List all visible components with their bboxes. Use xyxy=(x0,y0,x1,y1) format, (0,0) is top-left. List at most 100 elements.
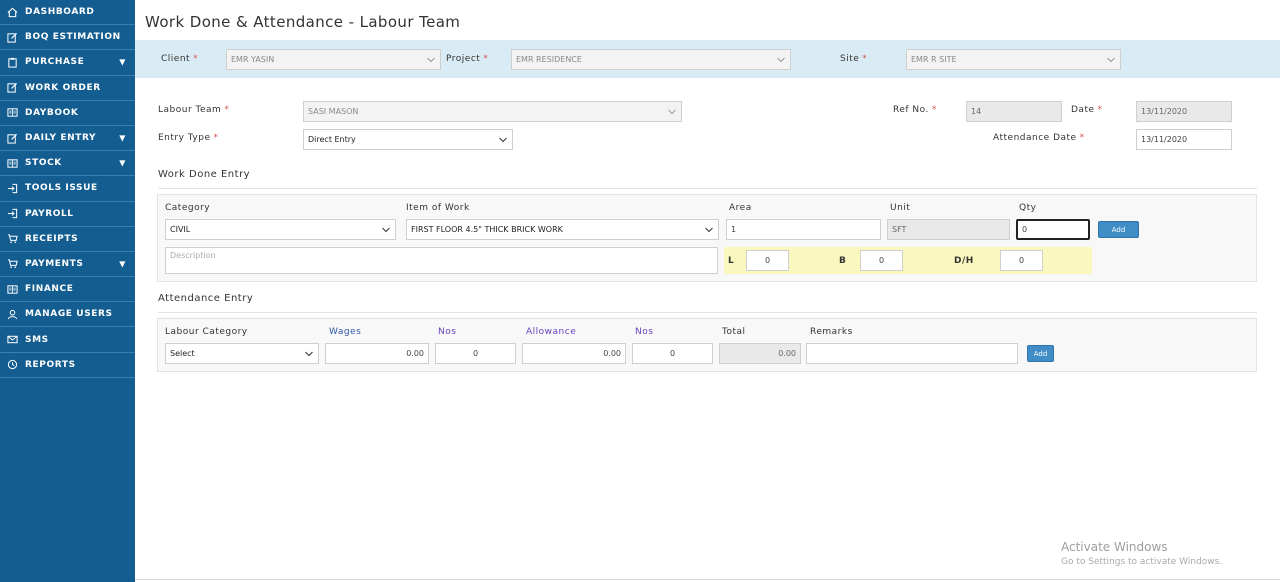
chevron-down-icon xyxy=(382,227,390,232)
client-select[interactable]: EMR YASIN xyxy=(226,49,441,70)
sidebar-item-tools-issue[interactable]: TOOLS ISSUE xyxy=(0,176,135,202)
ref-no-field[interactable]: 14 xyxy=(966,101,1062,122)
chevron-down-icon xyxy=(499,137,507,142)
area-label: Area xyxy=(729,203,752,213)
nos-label: Nos xyxy=(635,327,654,337)
project-select[interactable]: EMR RESIDENCE xyxy=(511,49,791,70)
work-done-section-title: Work Done Entry xyxy=(158,169,251,180)
entry-type-select[interactable]: Direct Entry xyxy=(303,129,513,150)
sidebar-item-finance[interactable]: FINANCE xyxy=(0,277,135,303)
main-content: Work Done & Attendance - Labour Team Cli… xyxy=(135,0,1280,582)
allowance-field[interactable]: 0.00 xyxy=(522,343,626,364)
sidebar-item-daily-entry[interactable]: DAILY ENTRY ▼ xyxy=(0,126,135,152)
category-select[interactable]: CIVIL xyxy=(165,219,396,240)
area-field[interactable]: 1 xyxy=(726,219,881,240)
book-icon xyxy=(6,157,18,169)
sidebar-item-label: MANAGE USERS xyxy=(25,309,113,320)
allowance-label: Allowance xyxy=(526,327,577,337)
sidebar-item-label: DAILY ENTRY xyxy=(25,133,97,144)
sidebar-item-label: PURCHASE xyxy=(25,57,85,68)
dimensions-box: L 0 B 0 D/H 0 xyxy=(724,247,1092,274)
sidebar: DASHBOARD BOQ ESTIMATION PURCHASE ▼ WORK ORD… xyxy=(0,0,135,582)
site-select[interactable]: EMR R SITE xyxy=(906,49,1121,70)
l-label: L xyxy=(728,256,735,266)
sidebar-item-label: RECEIPTS xyxy=(25,233,79,244)
book-icon xyxy=(6,283,18,295)
total-field[interactable]: 0.00 xyxy=(719,343,801,364)
dh-label: D/H xyxy=(954,256,974,266)
item-of-work-select[interactable]: FIRST FLOOR 4.5" THICK BRICK WORK xyxy=(406,219,719,240)
qty-field[interactable]: 0 xyxy=(1016,219,1090,240)
caret-down-icon: ▼ xyxy=(119,133,126,143)
page-title: Work Done & Attendance - Labour Team xyxy=(145,13,461,31)
sidebar-item-reports[interactable]: REPORTS xyxy=(0,353,135,378)
chevron-down-icon xyxy=(305,351,313,356)
sidebar-item-label: DAYBOOK xyxy=(25,107,79,118)
sidebar-item-label: STOCK xyxy=(25,158,62,169)
attendance-section-title: Attendance Entry xyxy=(158,293,254,304)
sidebar-item-boq-estimation[interactable]: BOQ ESTIMATION xyxy=(0,25,135,51)
dh-field[interactable]: 0 xyxy=(1000,250,1043,271)
category-label: Category xyxy=(165,203,211,213)
date-label: Date * xyxy=(1071,105,1103,115)
chevron-down-icon xyxy=(705,227,713,232)
edit-icon xyxy=(6,31,18,43)
sidebar-item-manage-users[interactable]: MANAGE USERS xyxy=(0,302,135,328)
chevron-down-icon xyxy=(1107,57,1115,62)
filter-bar: Client * EMR YASIN Project * EMR RESIDENCE… xyxy=(135,40,1280,78)
sidebar-item-work-order[interactable]: WORK ORDER xyxy=(0,76,135,101)
labour-team-select[interactable]: SASI MASON xyxy=(303,101,682,122)
sidebar-item-label: TOOLS ISSUE xyxy=(25,183,98,194)
ref-no-label: Ref No. * xyxy=(893,105,937,115)
cart-icon xyxy=(6,258,18,270)
sidebar-item-sms[interactable]: SMS xyxy=(0,327,135,353)
chevron-down-icon xyxy=(777,57,785,62)
date-field[interactable]: 13/11/2020 xyxy=(1136,101,1232,122)
qty-label: Qty xyxy=(1019,203,1037,213)
edit-icon xyxy=(6,132,18,144)
sign-in-icon xyxy=(6,182,18,194)
sidebar-item-label: BOQ ESTIMATION xyxy=(25,32,121,43)
attendance-add-button[interactable]: Add xyxy=(1027,345,1054,362)
wages-label: Wages xyxy=(329,327,362,337)
chevron-down-icon xyxy=(668,109,676,114)
description-field[interactable]: Description xyxy=(165,247,718,274)
item-of-work-label: Item of Work xyxy=(406,203,470,213)
sidebar-item-dashboard[interactable]: DASHBOARD xyxy=(0,0,135,26)
b-field[interactable]: 0 xyxy=(860,250,903,271)
sign-in-icon xyxy=(6,208,18,220)
l-field[interactable]: 0 xyxy=(746,250,789,271)
sidebar-item-stock[interactable]: STOCK ▼ xyxy=(0,151,135,177)
labour-category-select[interactable]: Select xyxy=(165,343,319,364)
attendance-date-field[interactable]: 13/11/2020 xyxy=(1136,129,1232,150)
remarks-field[interactable] xyxy=(806,343,1018,364)
sidebar-item-label: PAYMENTS xyxy=(25,258,84,269)
sidebar-item-label: FINANCE xyxy=(25,284,74,295)
activate-windows-subtitle: Go to Settings to activate Windows. xyxy=(1061,557,1223,567)
book-icon xyxy=(6,107,18,119)
nos-label: Nos xyxy=(438,327,457,337)
client-label: Client * xyxy=(161,54,199,64)
sidebar-item-label: PAYROLL xyxy=(25,208,74,219)
divider xyxy=(158,188,1257,189)
home-icon xyxy=(6,6,18,18)
sidebar-item-payments[interactable]: PAYMENTS ▼ xyxy=(0,252,135,278)
attendance-date-label: Attendance Date * xyxy=(993,133,1085,143)
sidebar-item-payroll[interactable]: PAYROLL xyxy=(0,202,135,227)
history-icon xyxy=(6,359,18,371)
nos-field[interactable]: 0 xyxy=(632,343,713,364)
site-label: Site * xyxy=(840,54,868,64)
sidebar-item-receipts[interactable]: RECEIPTS xyxy=(0,227,135,252)
sidebar-item-purchase[interactable]: PURCHASE ▼ xyxy=(0,50,135,76)
work-done-add-button[interactable]: Add xyxy=(1098,221,1139,238)
nos-field[interactable]: 0 xyxy=(435,343,516,364)
sidebar-item-label: WORK ORDER xyxy=(25,82,101,93)
remarks-label: Remarks xyxy=(810,327,853,337)
sidebar-item-label: REPORTS xyxy=(25,359,76,370)
labour-category-label: Labour Category xyxy=(165,327,248,337)
project-label: Project * xyxy=(446,54,489,64)
b-label: B xyxy=(839,256,847,266)
unit-field[interactable]: SFT xyxy=(887,219,1010,240)
wages-field[interactable]: 0.00 xyxy=(325,343,429,364)
sidebar-item-daybook[interactable]: DAYBOOK xyxy=(0,101,135,126)
